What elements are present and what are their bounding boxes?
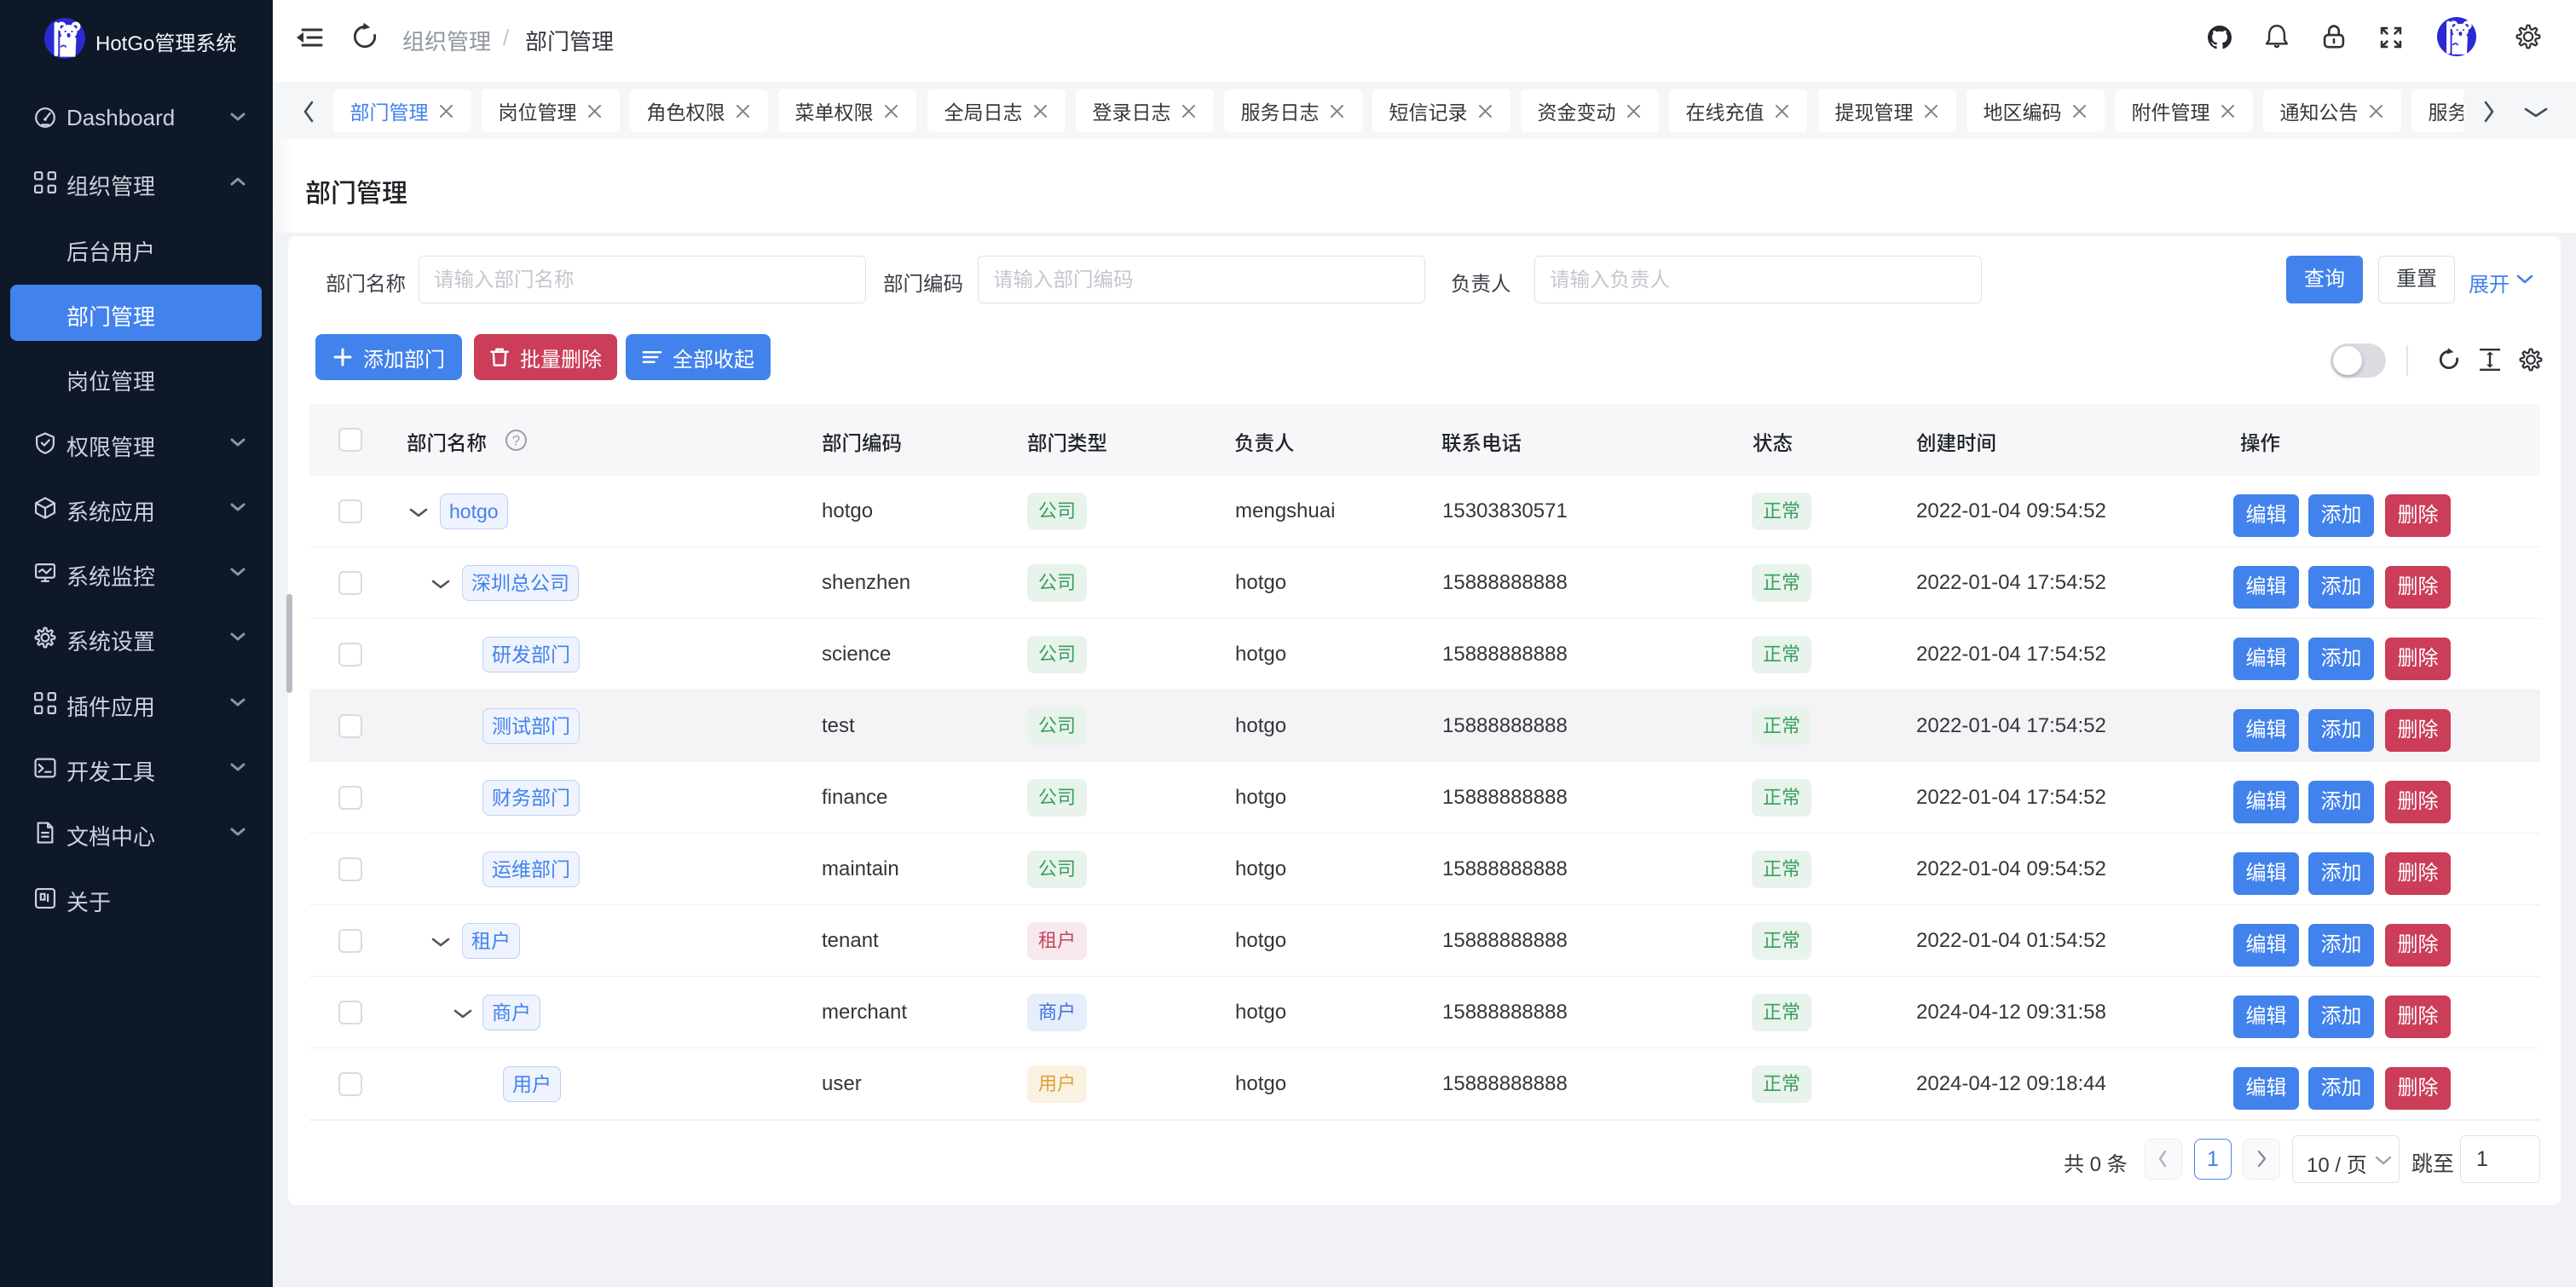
svg-text:?: ? (512, 432, 520, 448)
